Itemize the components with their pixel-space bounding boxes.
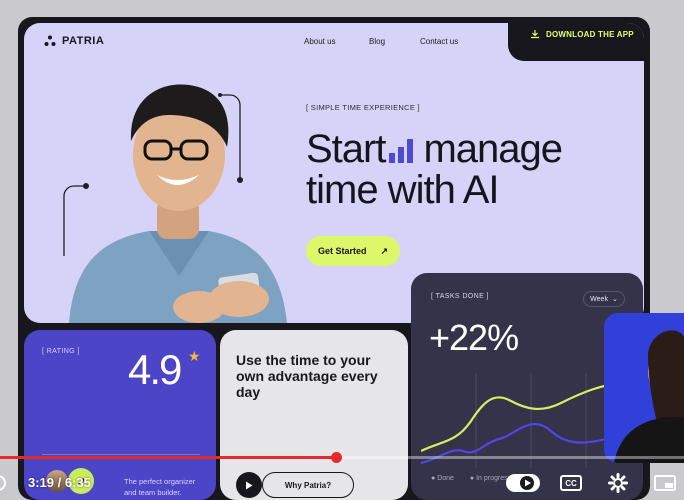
star-icon: ★: [188, 348, 201, 364]
headline-word-start: Start: [306, 127, 386, 171]
use-time-title: Use the time to your own advantage every…: [236, 352, 378, 400]
tasks-line-chart: [421, 373, 631, 468]
organizer-text: The perfect organizer and team builder.: [124, 477, 196, 497]
website-preview: PATRIA About us Blog Contact us [SIMPLE…: [18, 17, 650, 500]
period-select-value: Week: [590, 295, 608, 303]
webcam-overlay: [604, 313, 684, 463]
period-select[interactable]: Week ⌄: [583, 291, 625, 307]
chevron-down-icon: ⌄: [611, 296, 618, 303]
why-patria-label: Why Patria?: [284, 480, 332, 490]
why-patria-button[interactable]: Why Patria?: [262, 472, 354, 498]
time-display: 3:19 / 6:35: [28, 475, 91, 490]
autoplay-play-icon: [525, 479, 531, 487]
download-icon: [531, 30, 539, 39]
legend-done: ● Done: [431, 475, 454, 482]
legend-in-progress: ● In progress: [469, 475, 512, 482]
progress-scrubber[interactable]: [331, 452, 342, 463]
chart-legend: ● Done ● In progress: [431, 475, 511, 482]
settings-gear-icon[interactable]: [608, 473, 628, 493]
play-icon[interactable]: [236, 472, 262, 498]
play-pause-icon[interactable]: [0, 474, 10, 492]
nav-contact-us[interactable]: Contact us: [420, 37, 458, 46]
progress-played: [0, 456, 337, 459]
miniplayer-icon[interactable]: [654, 475, 676, 491]
rating-value: 4.9: [128, 346, 182, 393]
tasks-done-label: [ TASKS DONE ]: [431, 293, 489, 300]
get-started-label: Get Started: [317, 246, 367, 256]
headline-word-manage: manage: [423, 127, 563, 171]
hero-person-image: [69, 84, 287, 323]
bar-chart-icon: [389, 139, 414, 164]
headline-line-2: time with AI: [306, 168, 500, 212]
presenter-image: [604, 313, 684, 463]
arrow-up-right-icon: ↗: [380, 245, 389, 256]
tasks-percent: +22%: [429, 317, 519, 358]
rating-label: [ RATING ]: [42, 348, 80, 355]
nav-blog[interactable]: Blog: [369, 37, 385, 46]
hero-headline: Start manage time with AI: [306, 129, 636, 211]
video-frame: PATRIA About us Blog Contact us [SIMPLE…: [0, 0, 684, 500]
get-started-button[interactable]: Get Started ↗: [306, 236, 400, 266]
hero-tag: [ SIMPLE TIME EXPERIENCE ]: [306, 103, 420, 112]
download-app-label: DOWNLOAD THE APP: [546, 29, 634, 39]
captions-icon[interactable]: CC: [560, 475, 582, 491]
use-time-card: Use the time to your own advantage every…: [220, 330, 408, 500]
divider: [42, 454, 200, 455]
download-app-button[interactable]: DOWNLOAD THE APP: [530, 29, 634, 39]
